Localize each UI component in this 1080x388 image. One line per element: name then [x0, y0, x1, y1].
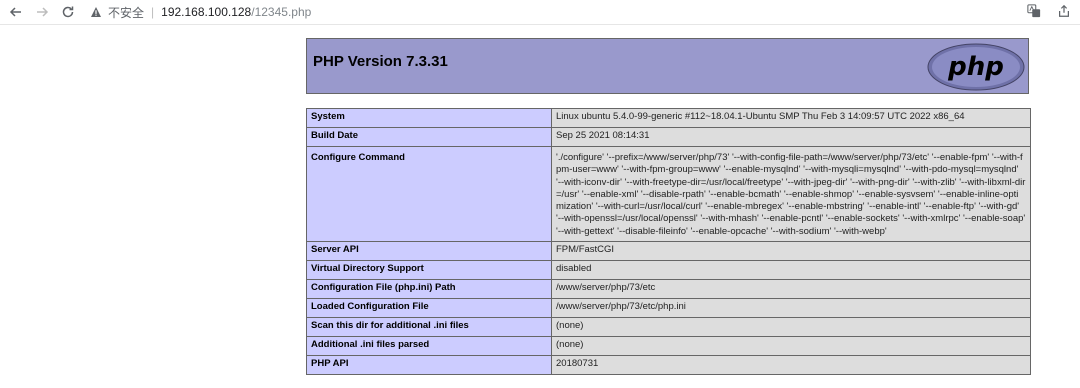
php-logo-text: php: [947, 52, 1004, 82]
back-button[interactable]: [6, 2, 26, 22]
row-key: Loaded Configuration File: [306, 298, 552, 319]
warning-icon: [91, 7, 101, 17]
forward-button[interactable]: [32, 2, 52, 22]
arrow-left-icon: [9, 7, 21, 17]
row-key: Scan this dir for additional .ini files: [306, 317, 552, 338]
row-key: Configuration File (php.ini) Path: [306, 279, 552, 300]
row-value: /www/server/php/73/etc: [551, 279, 1031, 300]
row-key: System: [306, 108, 552, 128]
table-row: Loaded Configuration File /www/server/ph…: [306, 298, 1031, 319]
table-row: Additional .ini files parsed (none): [306, 336, 1031, 357]
share-icon: [1059, 4, 1069, 17]
arrow-right-icon: [37, 7, 49, 17]
row-value: FPM/FastCGI: [551, 241, 1031, 262]
row-key: Virtual Directory Support: [306, 260, 552, 281]
table-row: Configuration File (php.ini) Path /www/s…: [306, 279, 1031, 300]
table-row: Scan this dir for additional .ini files …: [306, 317, 1031, 338]
row-value: Linux ubuntu 5.4.0-99-generic #112~18.04…: [551, 108, 1031, 128]
page-title: PHP Version 7.3.31: [313, 53, 448, 70]
row-value: 20180731: [551, 355, 1031, 376]
row-value: disabled: [551, 260, 1031, 281]
table-row: Server API FPM/FastCGI: [306, 241, 1031, 262]
address-bar[interactable]: 不安全 | 192.168.100.128/12345.php: [90, 3, 311, 21]
php-info-table: System Linux ubuntu 5.4.0-99-generic #11…: [306, 108, 1031, 376]
reload-button[interactable]: [58, 2, 78, 22]
browser-toolbar: 不安全 | 192.168.100.128/12345.php: [0, 0, 1080, 25]
reload-icon: [62, 6, 74, 18]
address-separator: |: [151, 5, 155, 19]
row-value: (none): [551, 336, 1031, 357]
security-label: 不安全: [108, 5, 145, 20]
row-key: Server API: [306, 241, 552, 262]
table-row: Configure Command './configure' '--prefi…: [306, 145, 1031, 243]
table-row: PHP API 20180731: [306, 355, 1031, 376]
row-key: Configure Command: [306, 145, 552, 243]
table-row: System Linux ubuntu 5.4.0-99-generic #11…: [306, 108, 1031, 128]
url-path: /12345.php: [251, 5, 312, 19]
row-key: PHP API: [306, 355, 552, 376]
row-value: Sep 25 2021 08:14:31: [551, 127, 1031, 147]
php-info-header: PHP Version 7.3.31 php: [306, 38, 1029, 94]
translate-icon: [1027, 4, 1041, 18]
translate-button[interactable]: [1026, 3, 1042, 19]
url-host: 192.168.100.128: [161, 5, 252, 19]
table-row: Build Date Sep 25 2021 08:14:31: [306, 127, 1031, 147]
table-row: Virtual Directory Support disabled: [306, 260, 1031, 281]
row-value: /www/server/php/73/etc/php.ini: [551, 298, 1031, 319]
row-value: (none): [551, 317, 1031, 338]
share-button[interactable]: [1056, 3, 1072, 19]
php-logo: php: [927, 43, 1025, 91]
row-key: Additional .ini files parsed: [306, 336, 552, 357]
row-value: './configure' '--prefix=/www/server/php/…: [551, 145, 1031, 243]
row-key: Build Date: [306, 127, 552, 147]
